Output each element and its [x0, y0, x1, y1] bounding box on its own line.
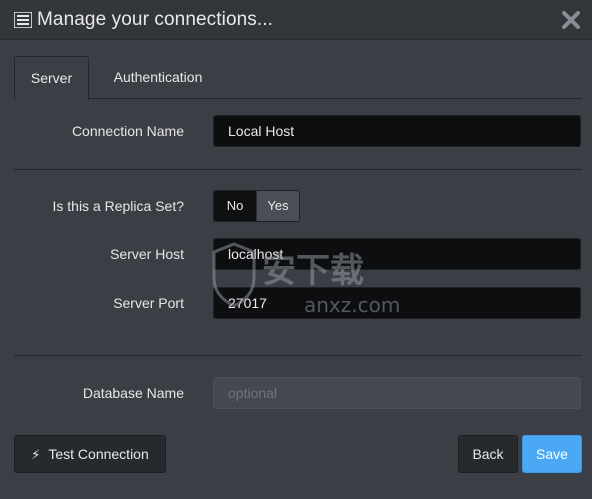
test-connection-label: Test Connection	[48, 446, 149, 462]
menu-icon	[14, 12, 32, 28]
divider	[14, 355, 582, 356]
replica-set-toggle: No Yes	[213, 190, 300, 222]
connection-dialog: Server Authentication Connection Name Lo…	[0, 41, 592, 499]
window-title: Manage your connections...	[37, 9, 274, 30]
back-button[interactable]: Back	[458, 435, 518, 473]
tab-server[interactable]: Server	[14, 56, 89, 100]
replica-yes-option[interactable]: Yes	[256, 191, 299, 221]
tab-bar: Server Authentication	[14, 56, 582, 100]
server-host-input[interactable]: localhost	[213, 238, 581, 270]
divider	[14, 169, 582, 170]
test-connection-button[interactable]: ⚡ Test Connection	[14, 435, 166, 473]
connection-name-input[interactable]: Local Host	[213, 115, 581, 147]
database-name-label: Database Name	[82, 385, 184, 401]
server-port-label: Server Port	[113, 295, 184, 311]
replica-no-option[interactable]: No	[214, 191, 256, 221]
server-host-label: Server Host	[110, 246, 184, 262]
close-icon[interactable]	[560, 9, 582, 31]
server-port-input[interactable]: 27017	[213, 287, 581, 319]
title-bar: Manage your connections...	[0, 0, 592, 40]
tab-authentication[interactable]: Authentication	[96, 56, 220, 99]
bolt-icon: ⚡	[31, 447, 41, 462]
replica-set-label: Is this a Replica Set?	[52, 198, 184, 214]
database-name-input[interactable]: optional	[213, 377, 581, 409]
connection-name-label: Connection Name	[71, 123, 184, 139]
save-button[interactable]: Save	[522, 435, 582, 473]
